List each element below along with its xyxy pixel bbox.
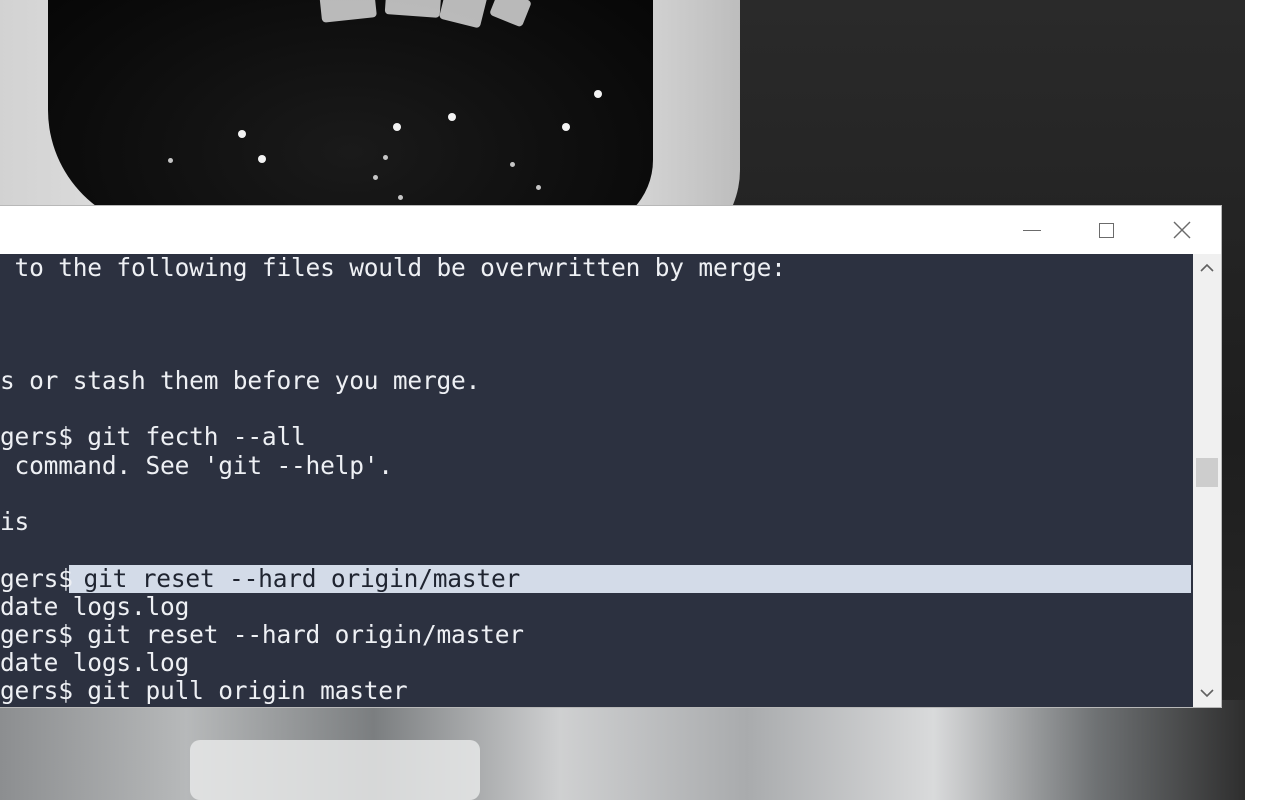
maximize-button[interactable] bbox=[1071, 206, 1141, 254]
maximize-icon bbox=[1098, 222, 1114, 238]
light-dot bbox=[373, 175, 378, 180]
terminal-line: date logs.log bbox=[0, 592, 190, 621]
terminal-line: is bbox=[0, 507, 30, 536]
terminal-line: date logs.log bbox=[0, 648, 190, 677]
scroll-down-button[interactable] bbox=[1193, 679, 1221, 707]
helmet-visor bbox=[48, 0, 653, 230]
minimize-button[interactable] bbox=[997, 206, 1067, 254]
terminal-prompt: gers$ bbox=[0, 564, 73, 593]
vertical-scrollbar[interactable] bbox=[1193, 254, 1221, 707]
chevron-up-icon bbox=[1200, 263, 1214, 272]
visor-reflection bbox=[438, 0, 490, 29]
selection-highlight: git reset --hard origin/master bbox=[69, 565, 1191, 593]
close-button[interactable] bbox=[1147, 206, 1217, 254]
scroll-up-button[interactable] bbox=[1193, 254, 1221, 282]
light-glow bbox=[190, 740, 480, 800]
helmet-lower-shell bbox=[0, 700, 1245, 800]
terminal-window: git reset --hard origin/master to the fo… bbox=[0, 206, 1221, 707]
light-dot bbox=[238, 130, 246, 138]
title-bar[interactable] bbox=[0, 206, 1221, 254]
light-dot bbox=[448, 113, 456, 121]
light-dot bbox=[536, 185, 541, 190]
visor-reflection bbox=[318, 0, 377, 23]
light-dot bbox=[510, 162, 515, 167]
light-dot bbox=[562, 123, 570, 131]
visor-reflection bbox=[384, 0, 443, 18]
minimize-icon bbox=[1023, 229, 1041, 231]
light-dot bbox=[393, 123, 401, 131]
highlighted-command[interactable]: git reset --hard origin/master bbox=[69, 565, 521, 593]
chevron-down-icon bbox=[1200, 689, 1214, 698]
light-dot bbox=[258, 155, 266, 163]
scrollbar-thumb[interactable] bbox=[1196, 458, 1218, 487]
screen-edge bbox=[1245, 0, 1280, 800]
terminal-line: gers$ git fecth --all bbox=[0, 422, 306, 451]
terminal-output[interactable]: git reset --hard origin/master to the fo… bbox=[0, 254, 1193, 707]
light-dot bbox=[168, 158, 173, 163]
terminal-line: command. See 'git --help'. bbox=[0, 451, 394, 480]
visor-reflection bbox=[489, 0, 532, 28]
terminal-line: s or stash them before you merge. bbox=[0, 366, 481, 395]
light-dot bbox=[383, 155, 388, 160]
light-dot bbox=[594, 90, 602, 98]
terminal-line: gers$ git pull origin master bbox=[0, 676, 408, 705]
light-dot bbox=[398, 195, 403, 200]
close-icon bbox=[1173, 221, 1191, 239]
terminal-line: to the following files would be overwrit… bbox=[0, 254, 786, 282]
terminal-line: gers$ git reset --hard origin/master bbox=[0, 620, 524, 649]
